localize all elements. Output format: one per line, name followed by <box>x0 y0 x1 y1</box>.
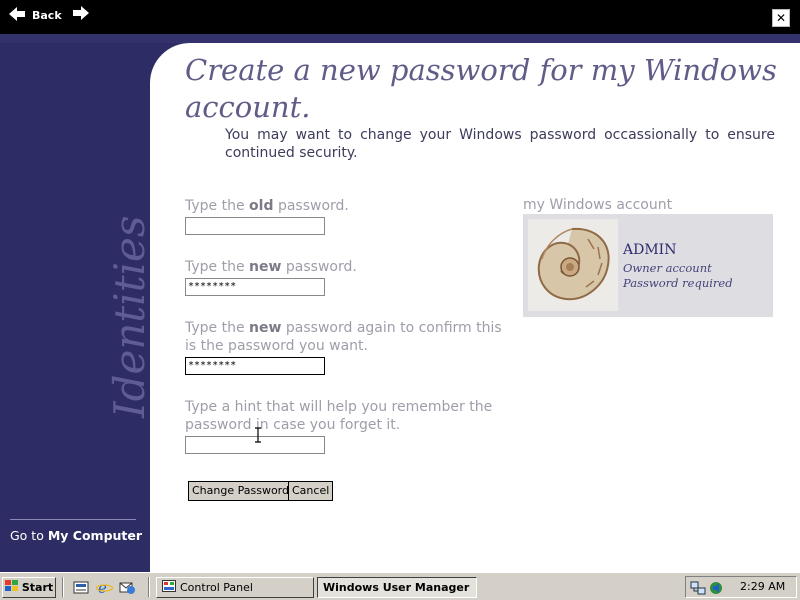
label-emphasis: new <box>249 320 282 336</box>
label-emphasis: new <box>249 259 282 275</box>
account-password-status: Password required <box>623 276 733 290</box>
forward-button[interactable] <box>72 4 90 26</box>
label-text: Type the <box>185 198 250 214</box>
new-password-input[interactable]: ******** <box>185 278 325 296</box>
label-text: Type the <box>185 320 250 336</box>
taskbar-separator <box>62 577 64 597</box>
internet-explorer-icon[interactable]: e <box>95 579 114 597</box>
show-desktop-icon[interactable] <box>73 579 90 596</box>
back-arrow-icon <box>8 6 26 25</box>
task-windows-user-manager[interactable]: Windows User Manager <box>317 577 477 598</box>
intro-text: You may want to change your Windows pass… <box>225 127 775 161</box>
start-button[interactable]: Start <box>2 577 56 598</box>
task-control-panel[interactable]: Control Panel <box>156 577 314 598</box>
change-password-button[interactable]: Change Password <box>188 481 293 501</box>
account-section-label: my Windows account <box>523 197 673 213</box>
task-label: Control Panel <box>180 581 253 594</box>
taskbar-clock: 2:29 AM <box>740 580 786 593</box>
forward-arrow-icon <box>72 5 90 25</box>
text-cursor-icon <box>255 427 261 443</box>
label-text: password. <box>273 198 349 214</box>
volume-icon[interactable] <box>708 580 724 599</box>
nautilus-shell-icon <box>528 219 618 311</box>
cancel-button[interactable]: Cancel <box>288 481 334 501</box>
close-button[interactable]: ✕ <box>772 9 790 27</box>
network-icon[interactable] <box>690 580 706 599</box>
frame-stripe <box>0 34 800 43</box>
outlook-express-icon[interactable] <box>119 579 136 596</box>
back-label: Back <box>32 8 62 22</box>
goto-link-text: My Computer <box>47 528 143 543</box>
task-label: Windows User Manager <box>323 581 470 594</box>
page-title: Create a new password for my Windows acc… <box>185 53 777 124</box>
account-type: Owner account <box>623 261 712 275</box>
confirm-password-label: Type the new password again to confirm t… <box>185 319 505 355</box>
label-text: password. <box>281 259 357 275</box>
new-password-label: Type the new password. <box>185 258 357 276</box>
old-password-label: Type the old password. <box>185 197 349 215</box>
taskbar-separator <box>148 577 150 597</box>
taskbar: Start e Control Panel Windows User Manag… <box>0 572 800 600</box>
top-nav-bar: Back ✕ <box>0 0 800 34</box>
old-password-input[interactable] <box>185 217 325 235</box>
label-text: Type a hint that will help you remember … <box>185 399 493 433</box>
control-panel-icon <box>162 580 176 595</box>
hint-label: Type a hint that will help you remember … <box>185 398 515 434</box>
windows-logo-icon <box>4 580 19 595</box>
close-icon: ✕ <box>775 11 787 25</box>
confirm-password-input[interactable]: ******** <box>185 357 325 375</box>
start-label: Start <box>21 581 54 594</box>
go-to-my-computer-link[interactable]: Go to My Computer <box>10 528 142 543</box>
svg-text:e: e <box>98 579 107 596</box>
label-text: Type the <box>185 259 250 275</box>
sidebar-divider <box>10 519 136 520</box>
goto-prefix: Go to <box>10 528 48 543</box>
label-emphasis: old <box>249 198 274 214</box>
back-button[interactable]: Back <box>8 4 62 26</box>
account-name: ADMIN <box>623 242 677 258</box>
